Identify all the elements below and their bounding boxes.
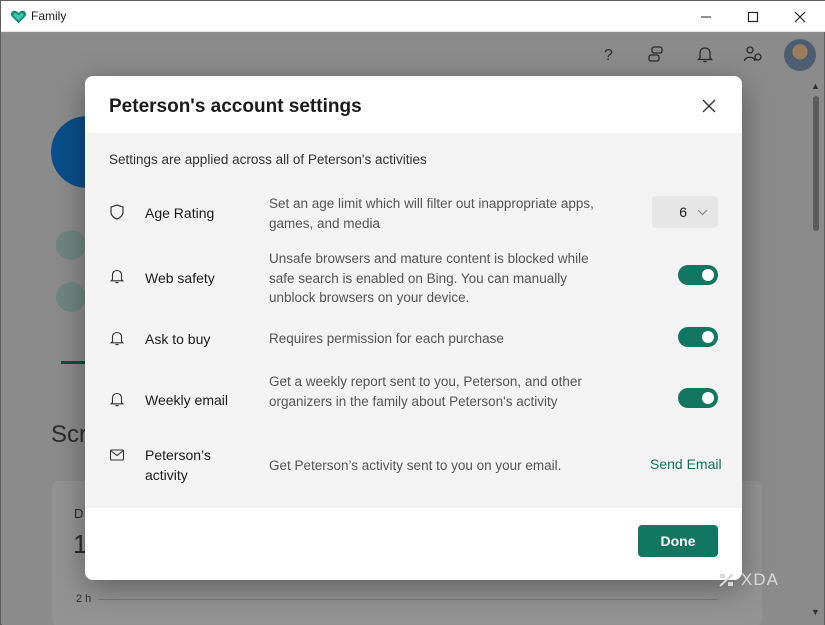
xda-logo-icon <box>719 573 734 587</box>
xda-watermark: XDA <box>717 569 799 591</box>
toggle-knob <box>702 269 714 281</box>
minimize-icon <box>701 16 711 17</box>
tab-indicator <box>61 361 85 364</box>
share-icon[interactable] <box>647 45 667 63</box>
help-icon[interactable]: ? <box>601 45 617 63</box>
done-button[interactable]: Done <box>638 525 718 557</box>
scroll-thumb[interactable] <box>813 96 819 231</box>
bell-icon <box>109 269 125 284</box>
maximize-icon <box>747 11 759 22</box>
weekly-email-label: Weekly email <box>145 392 228 408</box>
send-email-link[interactable]: Send Email <box>650 456 722 472</box>
weekly-email-description: Get a weekly report sent to you, Peterso… <box>269 374 582 409</box>
background-card-label: D <box>74 506 84 521</box>
age-rating-value: 6 <box>679 204 687 220</box>
dialog-close-button[interactable] <box>697 94 721 118</box>
bell-icon <box>109 392 125 407</box>
chevron-down-icon <box>697 209 708 215</box>
chart-axis-line <box>98 599 718 600</box>
ask-to-buy-label: Ask to buy <box>145 331 211 347</box>
close-icon <box>702 99 716 113</box>
web-safety-toggle[interactable] <box>678 265 718 285</box>
toggle-knob <box>702 392 714 404</box>
ask-to-buy-description: Requires permission for each purchase <box>269 331 504 346</box>
app-window: Family ? Scr D 1 2 h ▲ ▼ Peterson's acco… <box>0 0 825 625</box>
svg-text:?: ? <box>604 47 613 63</box>
mail-icon <box>109 449 125 461</box>
bell-icon[interactable] <box>696 45 714 63</box>
watermark-text: XDA <box>741 570 779 589</box>
close-icon <box>794 11 806 22</box>
ask-to-buy-toggle[interactable] <box>678 327 718 347</box>
activity-label: Peterson’s activity <box>145 447 211 483</box>
dialog-header: Peterson's account settings <box>85 76 742 133</box>
close-window-button[interactable] <box>777 1 823 32</box>
weekly-email-toggle[interactable] <box>678 388 718 408</box>
shield-icon <box>110 204 124 220</box>
account-settings-dialog: Peterson's account settings Settings are… <box>85 76 742 580</box>
app-title: Family <box>31 9 67 23</box>
toggle-knob <box>702 331 714 343</box>
age-rating-description: Set an age limit which will filter out i… <box>269 196 594 231</box>
activity-description: Get Peterson’s activity sent to you on y… <box>269 458 562 473</box>
maximize-button[interactable] <box>730 1 776 32</box>
background-heading: Scr <box>51 421 87 448</box>
age-rating-label: Age Rating <box>145 205 215 221</box>
avatar[interactable] <box>784 39 816 71</box>
device-icon[interactable] <box>56 230 86 260</box>
web-safety-label: Web safety <box>145 270 215 286</box>
minimize-button[interactable] <box>683 1 729 32</box>
dialog-intro: Settings are applied across all of Peter… <box>109 152 427 167</box>
family-heart-icon <box>10 10 27 24</box>
age-rating-select[interactable]: 6 <box>652 196 718 228</box>
people-settings-icon[interactable] <box>743 45 763 63</box>
chart-axis-label: 2 h <box>76 593 92 605</box>
dialog-title: Peterson's account settings <box>109 96 362 117</box>
scroll-down-icon[interactable]: ▼ <box>811 607 820 617</box>
settings-icon[interactable] <box>56 282 86 312</box>
scroll-up-icon[interactable]: ▲ <box>811 81 820 91</box>
title-bar: Family <box>1 1 825 32</box>
bell-icon <box>109 331 125 346</box>
web-safety-description: Unsafe browsers and mature content is bl… <box>269 251 589 305</box>
